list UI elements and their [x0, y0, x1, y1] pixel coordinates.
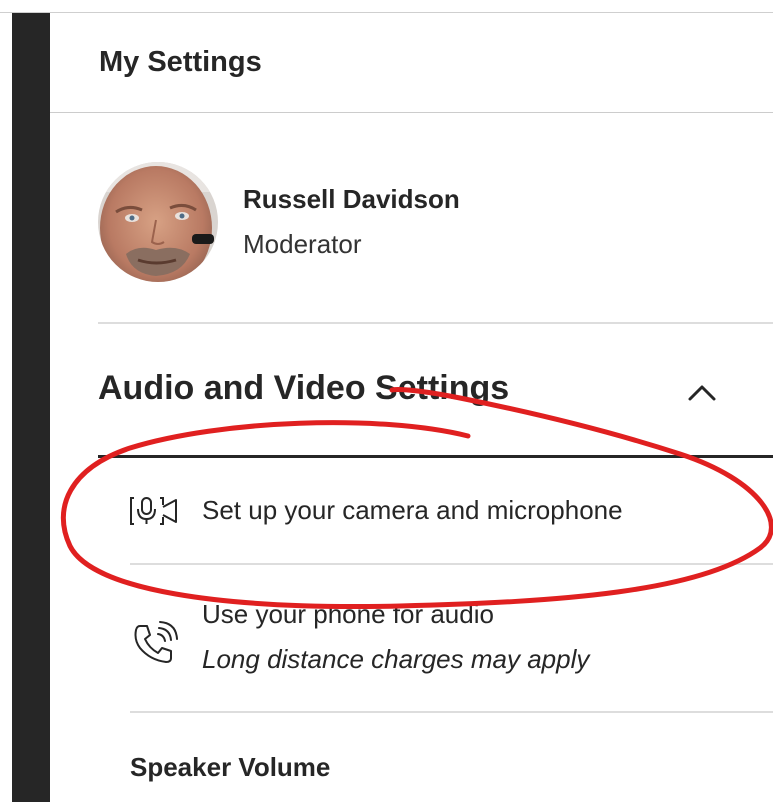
page-title: My Settings: [99, 46, 262, 78]
section-divider: [98, 455, 773, 458]
use-phone-audio-button[interactable]: Use your phone for audio Long distance c…: [130, 596, 773, 706]
window-top-edge: [0, 0, 773, 13]
camera-microphone-icon: [130, 497, 177, 525]
chevron-up-icon: [688, 385, 716, 401]
long-distance-note: Long distance charges may apply: [202, 644, 590, 674]
avatar-photo: [98, 162, 218, 282]
settings-panel: My Settings Russell Davidson Moderator A…: [50, 13, 773, 802]
user-role: Moderator: [243, 229, 362, 259]
use-phone-audio-label: Use your phone for audio: [202, 599, 494, 629]
collapse-section-button[interactable]: [682, 375, 722, 411]
speaker-volume-title: Speaker Volume: [130, 752, 331, 782]
setup-camera-microphone-button[interactable]: Set up your camera and microphone: [130, 479, 773, 565]
divider: [130, 563, 773, 565]
avatar: [98, 162, 218, 282]
left-sidebar-bar: [12, 13, 50, 802]
divider: [98, 322, 773, 324]
audio-video-settings-title: Audio and Video Settings: [98, 369, 510, 407]
setup-camera-microphone-label: Set up your camera and microphone: [202, 495, 623, 525]
divider: [130, 711, 773, 713]
user-name: Russell Davidson: [243, 184, 460, 214]
phone-audio-icon: [134, 621, 178, 663]
panel-header: My Settings: [50, 13, 773, 113]
